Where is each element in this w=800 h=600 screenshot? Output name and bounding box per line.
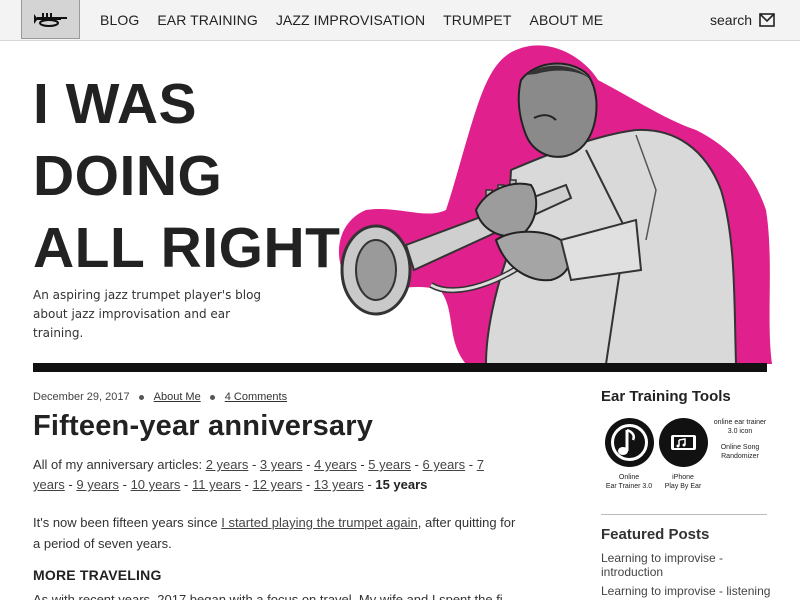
- site-title-line: I WAS: [33, 72, 198, 136]
- site-title-line: DOING: [33, 144, 223, 208]
- anniversary-current: 15 years: [375, 477, 428, 492]
- post-paragraph: It's now been fifteen years since I star…: [33, 512, 518, 554]
- ear-training-tools-heading: Ear Training Tools: [601, 388, 731, 405]
- post-title[interactable]: Fifteen-year anniversary: [33, 410, 373, 443]
- anniversary-link[interactable]: 2 years: [206, 457, 249, 472]
- anniversary-link[interactable]: 11 years: [192, 477, 241, 492]
- anniversary-link[interactable]: 12 years: [252, 477, 302, 492]
- section-heading: MORE TRAVELING: [33, 567, 162, 583]
- anniversary-list: All of my anniversary articles: 2 years …: [33, 457, 484, 492]
- sidebar-divider: [601, 514, 767, 515]
- post-category-link[interactable]: About Me: [154, 391, 201, 403]
- nav-item-ear-training[interactable]: EAR TRAINING: [157, 0, 258, 40]
- anniversary-link[interactable]: 13 years: [314, 477, 364, 492]
- tool-label: Online: [618, 474, 640, 481]
- top-nav-bar: BLOG EAR TRAINING JAZZ IMPROVISATION TRU…: [0, 0, 800, 41]
- site-title-line: ALL RIGHT: [33, 216, 341, 280]
- post-date[interactable]: December 29, 2017: [33, 391, 130, 403]
- anniversary-intro: All of my anniversary articles:: [33, 457, 203, 472]
- ear-trainer-icon: [604, 418, 654, 467]
- started-trumpet-link[interactable]: I started playing the trumpet again: [221, 515, 418, 530]
- anniversary-link[interactable]: 5 years: [368, 457, 411, 472]
- anniversary-link[interactable]: 3 years: [260, 457, 303, 472]
- song-randomizer-link[interactable]: Online Song Randomizer: [709, 443, 771, 461]
- anniversary-link[interactable]: 4 years: [314, 457, 357, 472]
- anniversary-link[interactable]: 6 years: [423, 457, 466, 472]
- tool-label: Play By Ear: [664, 483, 702, 490]
- nav-item-about-me[interactable]: ABOUT ME: [530, 0, 604, 40]
- featured-posts-heading: Featured Posts: [601, 526, 710, 543]
- nav-item-blog[interactable]: BLOG: [100, 0, 139, 40]
- site-title[interactable]: I WAS DOING ALL RIGHT: [33, 68, 363, 284]
- song-randomizer-label: Online Song: [720, 444, 760, 451]
- nav-item-trumpet[interactable]: TRUMPET: [443, 0, 511, 40]
- main-nav: BLOG EAR TRAINING JAZZ IMPROVISATION TRU…: [100, 0, 621, 40]
- post-meta: December 29, 2017 About Me 4 Comments: [33, 391, 287, 403]
- site-description: An aspiring jazz trumpet player's blog a…: [33, 288, 262, 340]
- paragraph-text-partial: As with recent years, 2017 began with a …: [33, 592, 503, 600]
- anniversary-link[interactable]: 9 years: [76, 477, 119, 492]
- header-divider: [33, 363, 767, 372]
- trumpet-player-illustration: [338, 45, 772, 364]
- iphone-play-by-ear-tool[interactable]: iPhone Play By Ear: [654, 418, 712, 491]
- tool-label: Ear Trainer 3.0: [605, 483, 653, 490]
- search-link[interactable]: search: [710, 0, 752, 40]
- anniversary-link[interactable]: 10 years: [131, 477, 181, 492]
- online-ear-trainer-tool[interactable]: Online Ear Trainer 3.0: [600, 418, 658, 491]
- meta-separator-dot: [138, 394, 144, 400]
- post-comments-link[interactable]: 4 Comments: [225, 391, 287, 403]
- song-randomizer-label: Randomizer: [721, 453, 759, 460]
- meta-separator-dot: [209, 394, 215, 400]
- broken-image-alt-text[interactable]: online ear trainer 3.0 icon: [709, 418, 771, 436]
- tool-label: iPhone: [672, 474, 694, 481]
- featured-post-link[interactable]: Learning to improvise - listening: [601, 584, 771, 598]
- paragraph-text: It's now been fifteen years since: [33, 515, 218, 530]
- mail-icon[interactable]: [759, 13, 775, 27]
- site-logo[interactable]: [21, 0, 80, 39]
- featured-post-link[interactable]: Learning to improvise - introduction: [601, 551, 771, 579]
- nav-item-jazz-improvisation[interactable]: JAZZ IMPROVISATION: [276, 0, 425, 40]
- iphone-app-icon: [658, 418, 708, 467]
- trumpet-logo-icon: [34, 13, 67, 27]
